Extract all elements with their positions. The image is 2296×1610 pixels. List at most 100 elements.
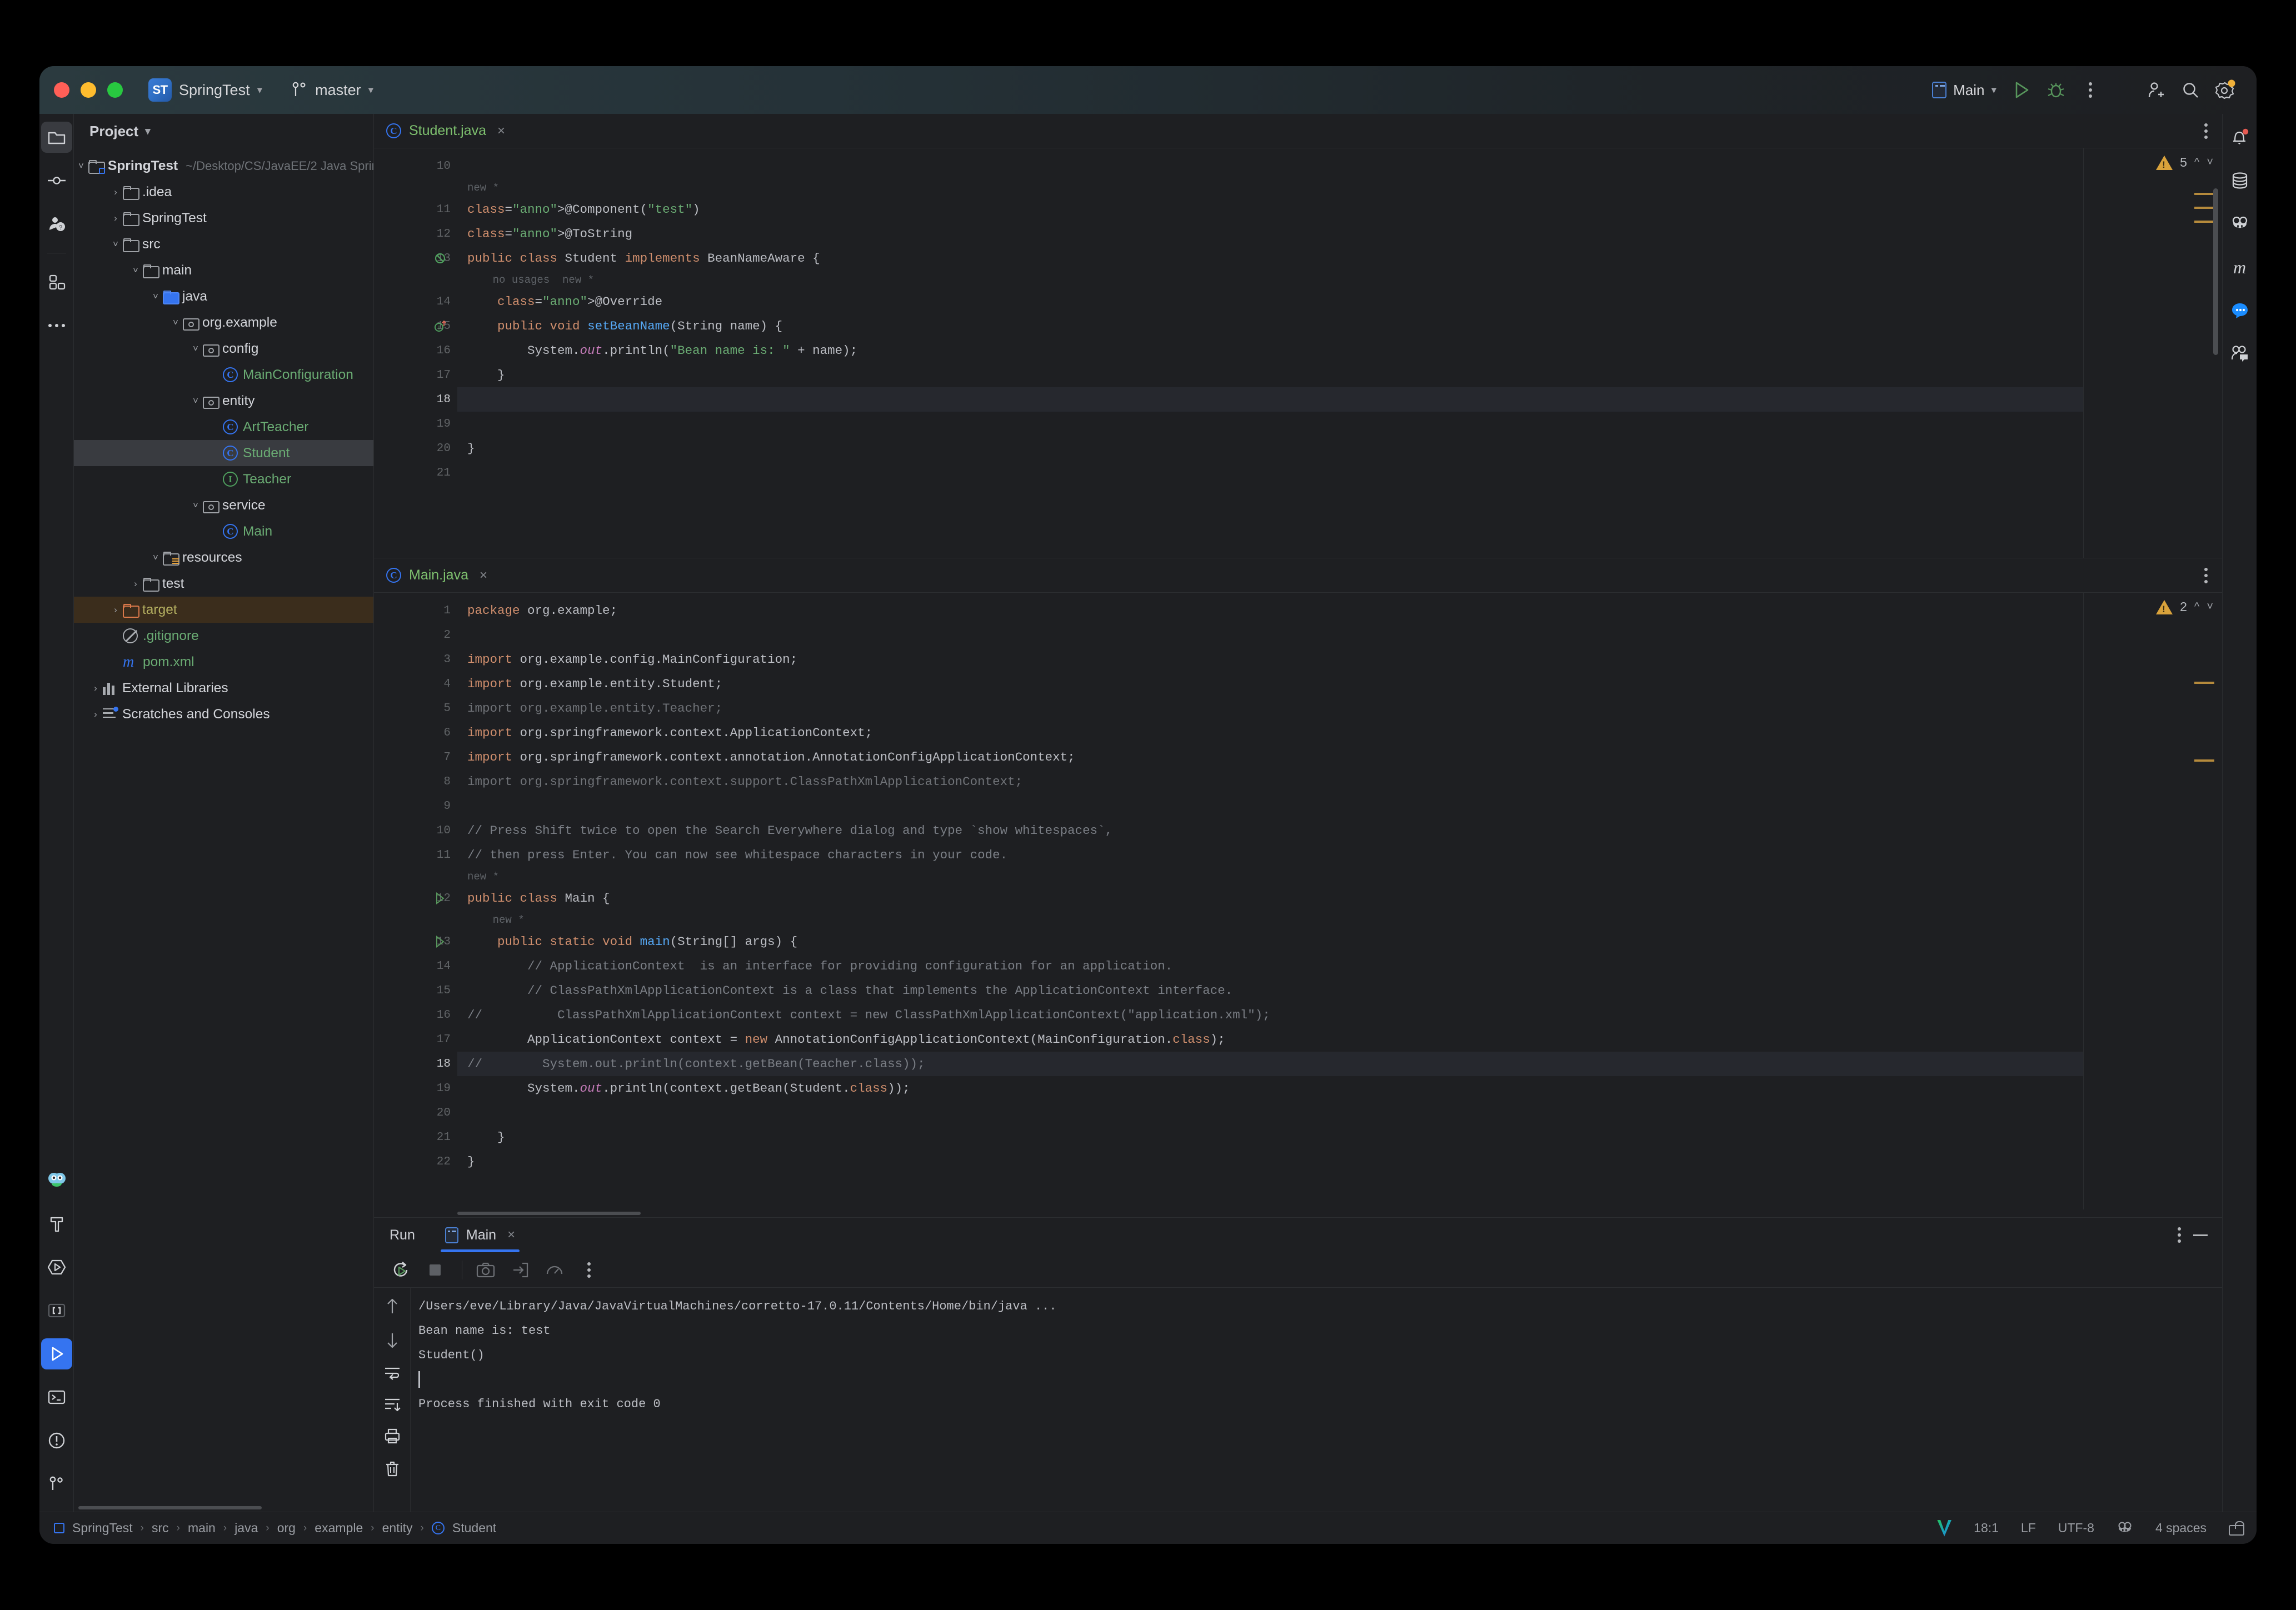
scroll-to-end-icon[interactable] [383,1397,401,1412]
project-horizontal-scrollbar[interactable] [74,1504,373,1512]
inspection-status-top[interactable]: 5 ^ ˅ [2156,155,2213,171]
window-controls[interactable] [54,82,123,98]
sidebar-item-notifications[interactable] [2224,122,2255,153]
code-line[interactable]: import org.springframework.context.Appli… [457,721,2083,745]
more-icon[interactable] [2178,1227,2181,1243]
breadcrumb-item[interactable]: entity [382,1521,413,1536]
run-more-button[interactable] [573,1254,605,1286]
profiler-button[interactable] [539,1254,570,1286]
code-line[interactable]: } [457,363,2083,387]
sidebar-item-problems[interactable] [41,1425,72,1456]
gutter-line[interactable]: 6 [374,721,457,745]
code-line[interactable]: import org.springframework.context.annot… [457,745,2083,769]
gutter-line[interactable]: 14 [374,954,457,978]
sidebar-item-version-control[interactable] [41,1468,72,1499]
code-line[interactable]: System.out.println("Bean name is: " + na… [457,338,2083,363]
breadcrumb-item[interactable]: src [152,1521,169,1536]
breadcrumb-item[interactable]: Student [452,1521,496,1536]
read-only-lock-icon[interactable] [2229,1521,2244,1536]
editor-gutter-bottom[interactable]: 1 2 3 4 5 6 7 8 9 10 11 12 13 14 15 16 17 18 19 20 21 22 [374,593,457,1209]
gutter-line[interactable]: 13 [374,929,457,954]
run-gutter-icon[interactable] [434,935,446,948]
chevron-down-icon[interactable]: ˅ [128,265,143,276]
breadcrumb-item[interactable]: SpringTest [72,1521,133,1536]
gutter-line[interactable]: 20 [374,436,457,461]
gutter-line[interactable] [374,867,457,886]
code-line[interactable]: // ApplicationContext is an interface fo… [457,954,2083,978]
sidebar-item-pull-requests[interactable]: ? [41,208,72,239]
vertical-scrollbar-top[interactable] [2213,188,2218,355]
line-separator[interactable]: LF [2021,1521,2036,1536]
tree-node-config[interactable]: ˅ config [74,336,373,362]
editor-right-strip-bottom[interactable]: 2 ^ ˅ [2083,593,2222,1209]
editor-code-main[interactable]: package org.example; import org.example.c… [457,593,2083,1209]
snapshot-button[interactable] [470,1254,501,1286]
tree-node-service[interactable]: ˅ service [74,492,373,518]
tree-node-pom-xml[interactable]: m pom.xml [74,649,373,675]
code-line[interactable] [457,623,2083,647]
project-selector[interactable]: ST SpringTest ▾ [148,78,262,102]
sidebar-item-terminal[interactable] [41,1382,72,1413]
code-line[interactable]: package org.example; [457,598,2083,623]
editor-right-strip-top[interactable]: 5 ^ ˅ [2083,148,2222,558]
close-icon[interactable]: × [507,1227,515,1243]
gutter-line[interactable]: 17 [374,1027,457,1052]
sidebar-item-more-tool-windows[interactable] [41,310,72,341]
add-user-button[interactable] [2139,73,2173,107]
tree-node--idea[interactable]: › .idea [74,179,373,205]
chevron-right-icon[interactable]: › [108,213,123,224]
code-line[interactable]: import org.springframework.context.suppo… [457,769,2083,794]
gutter-line[interactable] [374,271,457,289]
file-encoding[interactable]: UTF-8 [2058,1521,2094,1536]
sidebar-item-run[interactable] [41,1338,72,1369]
run-gutter-icon[interactable] [434,892,446,905]
chevron-right-icon[interactable]: › [88,683,103,694]
maximize-window-button[interactable] [107,82,123,98]
code-line[interactable]: ApplicationContext context = new Annotat… [457,1027,2083,1052]
gutter-line[interactable]: 17 [374,363,457,387]
export-button[interactable] [505,1254,536,1286]
code-line[interactable]: import org.example.entity.Student; [457,672,2083,696]
prev-problem-icon[interactable]: ^ [2194,156,2199,169]
breadcrumb[interactable]: SpringTest › src › main › java › org › example › ent… [54,1521,496,1536]
caret-position[interactable]: 18:1 [1974,1521,1999,1536]
chevron-right-icon[interactable]: › [128,578,143,589]
gutter-line[interactable]: 5 [374,696,457,721]
sidebar-item-code-with-me[interactable] [2224,338,2255,369]
code-line[interactable]: // Press Shift twice to open the Search … [457,818,2083,843]
code-line[interactable]: class="anno">@Override [457,289,2083,314]
tree-node-src[interactable]: ˅ src [74,231,373,257]
sidebar-item-chat[interactable] [2224,295,2255,326]
chevron-right-icon[interactable]: › [88,709,103,720]
gutter-line[interactable]: 19 [374,412,457,436]
code-line[interactable]: public static void main(String[] args) { [457,929,2083,954]
code-line[interactable] [457,387,2083,412]
next-problem-icon[interactable]: ˅ [2207,601,2213,613]
code-line[interactable] [457,412,2083,436]
gutter-line[interactable]: 12 [374,886,457,911]
sidebar-item-services[interactable] [41,1252,72,1283]
editor-options-button[interactable] [2204,567,2208,583]
gutter-line[interactable]: 11 [374,197,457,222]
gutter-line[interactable]: 12 [374,222,457,246]
hide-panel-icon[interactable] [2193,1234,2208,1236]
gutter-line[interactable]: I 15 [374,314,457,338]
version-control-check-icon[interactable] [1937,1519,1952,1537]
code-line[interactable]: // ClassPathXmlApplicationContext contex… [457,1003,2083,1027]
code-line[interactable]: // then press Enter. You can now see whi… [457,843,2083,867]
gutter-line[interactable]: 21 [374,1125,457,1149]
gutter-line[interactable]: 7 [374,745,457,769]
tree-node-entity[interactable]: ˅ entity [74,388,373,414]
code-line[interactable]: } [457,1149,2083,1174]
code-line[interactable]: public class Main { [457,886,2083,911]
sidebar-item-project[interactable] [41,122,72,153]
close-icon[interactable]: × [480,568,487,583]
gutter-line[interactable]: 18 [374,387,457,412]
code-line[interactable] [457,794,2083,818]
gutter-line[interactable]: 4 [374,672,457,696]
tree-node-org-example[interactable]: ˅ org.example [74,309,373,336]
debug-button[interactable] [2039,73,2073,107]
tree-node-mainconfiguration[interactable]: C MainConfiguration [74,362,373,388]
project-panel-header[interactable]: Project ▾ [74,114,373,148]
gutter-line[interactable]: 22 [374,1149,457,1174]
